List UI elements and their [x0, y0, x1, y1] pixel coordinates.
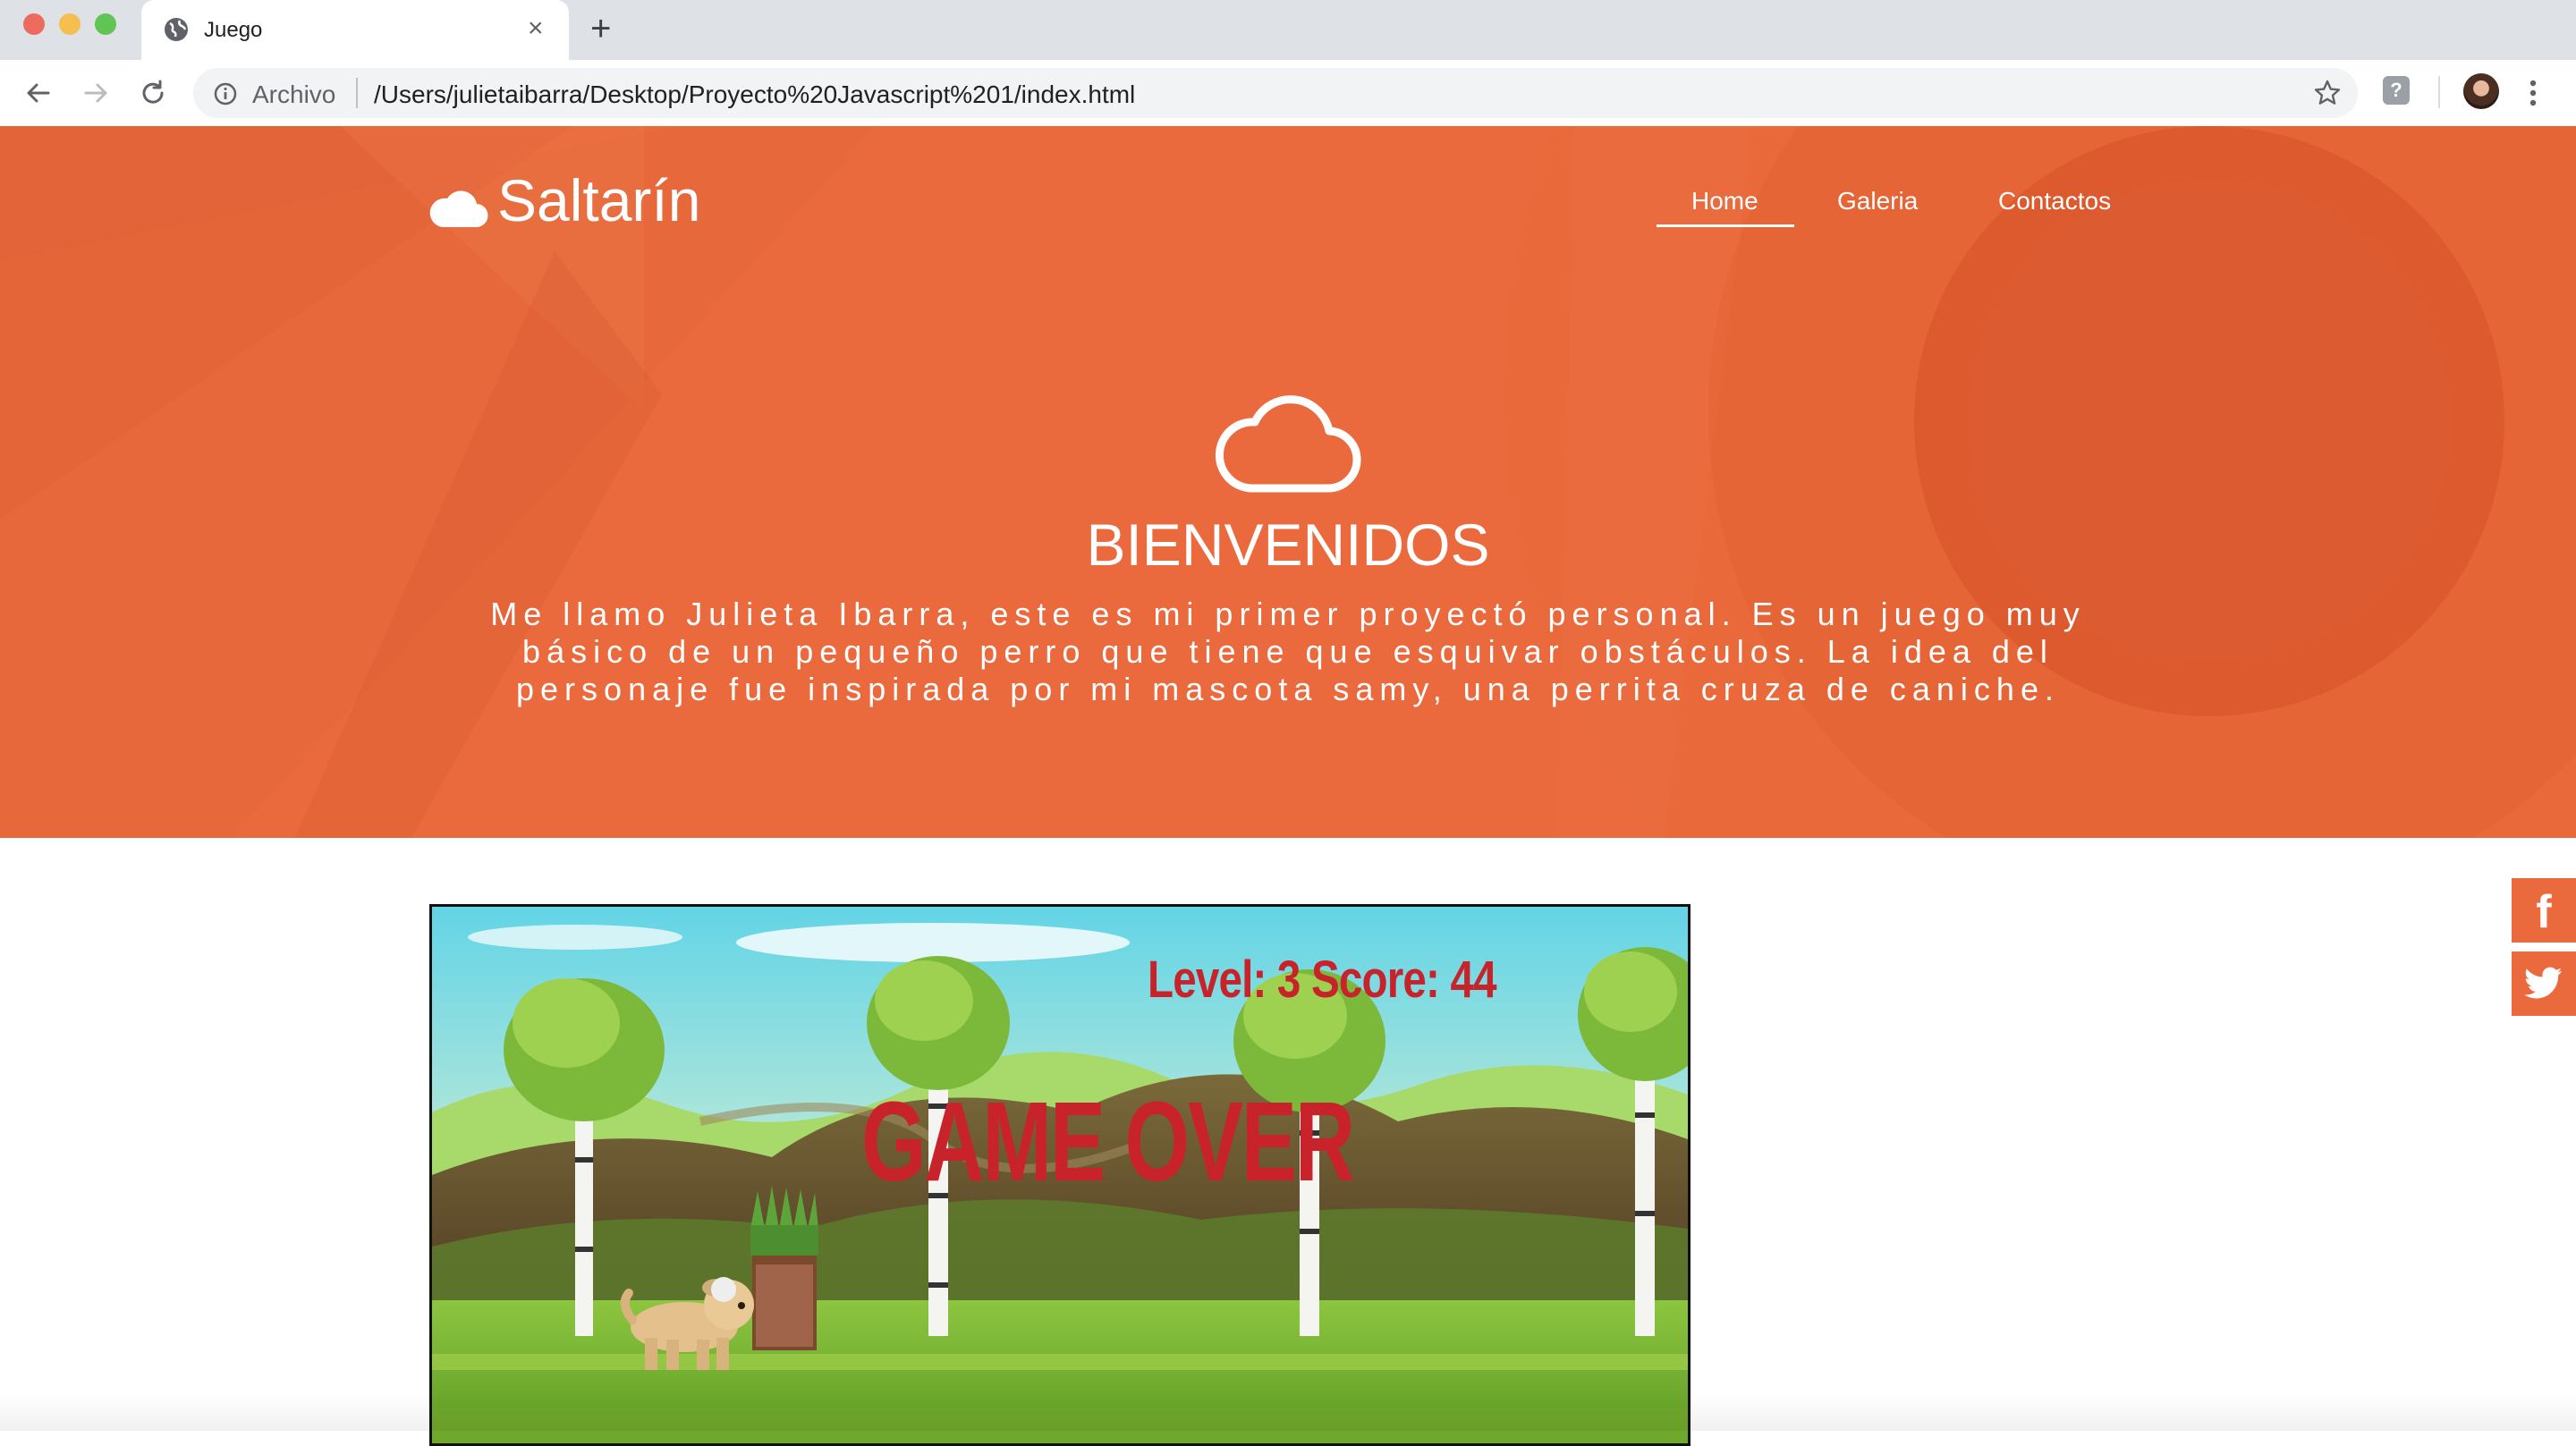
hero-intro-text: Me llamo Julieta Ibarra, este es mi prim…: [490, 596, 2086, 707]
nav-galeria[interactable]: Galeria: [1837, 187, 1918, 216]
extension-icon[interactable]: ?: [2383, 76, 2410, 105]
menu-kebab-icon[interactable]: [2528, 78, 2538, 113]
facebook-icon: f: [2536, 886, 2552, 938]
maximize-window-button[interactable]: [95, 13, 116, 35]
file-scheme-label: Archivo: [252, 80, 336, 108]
hero-heading: BIENVENIDOS: [1086, 512, 1490, 578]
facebook-button[interactable]: f: [2512, 878, 2576, 943]
profile-avatar[interactable]: [2463, 73, 2499, 109]
nav-contactos[interactable]: Contactos: [1998, 187, 2111, 216]
browser-tab-strip: Juego × +: [0, 0, 2576, 60]
address-bar[interactable]: Archivo /Users/julietaibarra/Desktop/Pro…: [193, 68, 2358, 118]
close-window-button[interactable]: [23, 13, 45, 35]
minimize-window-button[interactable]: [59, 13, 80, 35]
info-icon[interactable]: [213, 81, 238, 111]
game-over-text: GAME OVER: [861, 1078, 1355, 1205]
address-separator: [356, 78, 358, 108]
cloud-logo-icon: [429, 190, 488, 228]
new-tab-icon[interactable]: +: [590, 11, 611, 47]
back-icon[interactable]: [21, 76, 55, 110]
bookmark-star-icon[interactable]: [2313, 79, 2342, 112]
tab-title: Juego: [204, 18, 263, 42]
bottom-fade: [0, 1395, 2576, 1431]
game-hud-level-score: Level: 3 Score: 44: [1148, 951, 1497, 1009]
browser-toolbar: Archivo /Users/julietaibarra/Desktop/Pro…: [0, 60, 2576, 127]
twitter-button[interactable]: [2512, 951, 2576, 1016]
twitter-icon: [2512, 951, 2576, 1016]
toolbar-separator: [2438, 76, 2440, 108]
game-canvas[interactable]: Level: 3 Score: 44 GAME OVER: [429, 904, 1690, 1446]
hero-banner: Saltarín Home Galeria Contactos BIENVENI…: [0, 126, 2576, 838]
close-tab-icon[interactable]: ×: [528, 15, 544, 42]
globe-icon: [163, 16, 190, 47]
nav-active-indicator: [1657, 224, 1794, 227]
browser-tab-active[interactable]: Juego ×: [141, 0, 569, 60]
logo-text: Saltarín: [497, 167, 701, 233]
reload-icon[interactable]: [136, 76, 170, 110]
nav-home[interactable]: Home: [1691, 187, 1758, 216]
forward-icon[interactable]: [79, 76, 113, 110]
cloud-outline-icon: [1215, 395, 1361, 493]
url-text[interactable]: /Users/julietaibarra/Desktop/Proyecto%20…: [374, 80, 1135, 109]
